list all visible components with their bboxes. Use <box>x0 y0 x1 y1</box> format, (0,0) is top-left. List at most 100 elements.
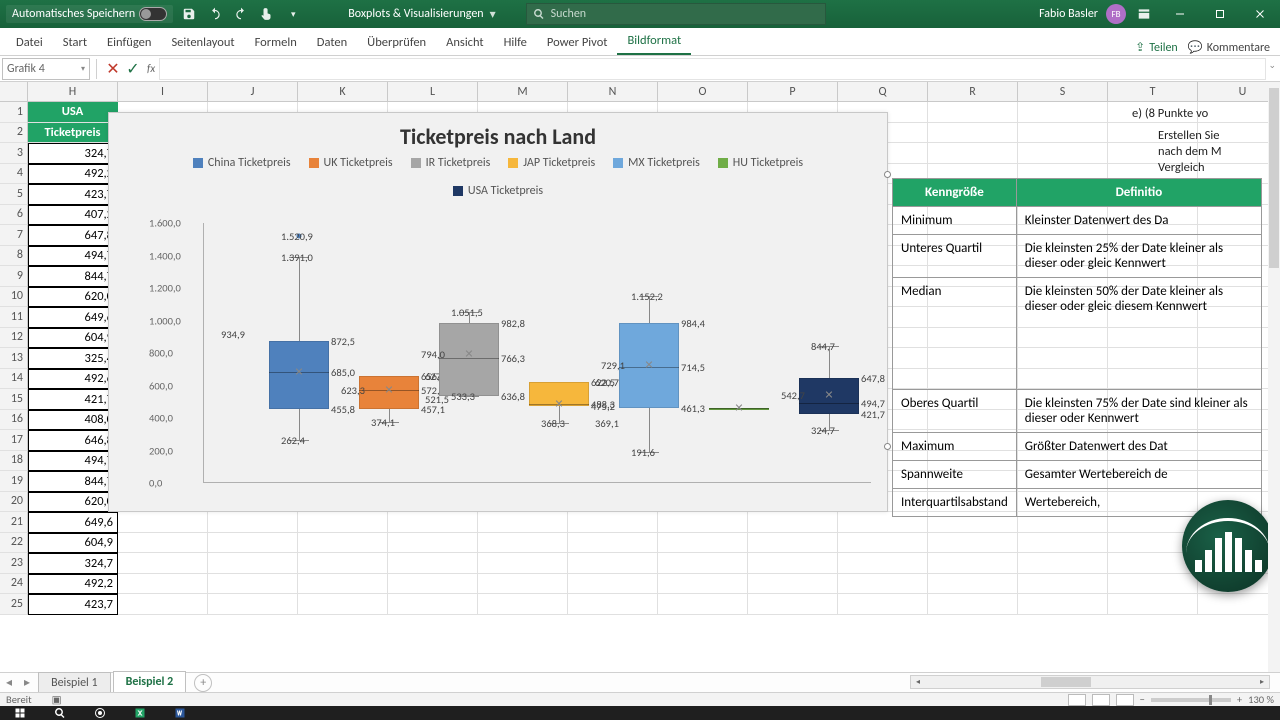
row-header[interactable]: 10 <box>0 287 28 308</box>
tab-datei[interactable]: Datei <box>6 30 53 55</box>
cell[interactable] <box>1018 123 1108 144</box>
row-header[interactable]: 22 <box>0 533 28 554</box>
vertical-scrollbar[interactable] <box>1268 82 1280 672</box>
zoom-in-icon[interactable]: + <box>1237 693 1242 706</box>
cell[interactable] <box>838 533 928 554</box>
cell[interactable] <box>838 574 928 595</box>
save-icon[interactable] <box>179 4 199 24</box>
row-header[interactable]: 20 <box>0 492 28 513</box>
tab-hilfe[interactable]: Hilfe <box>494 30 537 55</box>
tab-seitenlayout[interactable]: Seitenlayout <box>161 30 244 55</box>
tab-einfuegen[interactable]: Einfügen <box>97 30 161 55</box>
view-page-layout-icon[interactable] <box>1092 694 1110 706</box>
view-page-break-icon[interactable] <box>1116 694 1134 706</box>
cell[interactable] <box>748 512 838 533</box>
cell[interactable] <box>298 553 388 574</box>
column-header[interactable]: N <box>568 82 658 101</box>
row-header[interactable]: 2 <box>0 123 28 144</box>
column-header[interactable]: S <box>1018 82 1108 101</box>
redo-icon[interactable] <box>231 4 251 24</box>
column-header[interactable]: O <box>658 82 748 101</box>
cell[interactable] <box>568 533 658 554</box>
cell[interactable] <box>1018 553 1108 574</box>
macro-record-icon[interactable]: ▣ <box>52 693 62 706</box>
cell[interactable] <box>478 574 568 595</box>
formula-cancel-icon[interactable]: ✕ <box>103 59 123 79</box>
sheet-nav-prev[interactable]: ◂ <box>0 675 18 690</box>
tab-bildformat[interactable]: Bildformat <box>617 28 691 55</box>
cell[interactable]: 423,7 <box>28 184 118 205</box>
cell[interactable] <box>928 123 1018 144</box>
cell[interactable]: 324,7 <box>28 553 118 574</box>
row-header[interactable]: 19 <box>0 471 28 492</box>
cell[interactable]: 492,6 <box>28 369 118 390</box>
ribbon-mode-icon[interactable] <box>1134 4 1154 24</box>
cell[interactable] <box>298 533 388 554</box>
cell[interactable] <box>208 594 298 615</box>
cell[interactable] <box>118 574 208 595</box>
share-button[interactable]: ⇪Teilen <box>1135 40 1178 55</box>
row-header[interactable]: 1 <box>0 102 28 123</box>
cell[interactable] <box>298 574 388 595</box>
name-box[interactable]: Grafik 4 ▾ <box>2 58 90 80</box>
cell[interactable] <box>658 594 748 615</box>
row-header[interactable]: 18 <box>0 451 28 472</box>
cell[interactable]: 325,4 <box>28 348 118 369</box>
cell[interactable] <box>208 512 298 533</box>
cell[interactable]: 492,2 <box>28 574 118 595</box>
cell[interactable] <box>298 512 388 533</box>
selection-handle[interactable] <box>884 443 891 450</box>
taskbar-excel-icon[interactable] <box>120 706 160 720</box>
undo-icon[interactable] <box>205 4 225 24</box>
column-header[interactable]: R <box>928 82 1018 101</box>
cell[interactable] <box>658 533 748 554</box>
chart-object[interactable]: Ticketpreis nach Land China TicketpreisU… <box>108 112 888 512</box>
column-header[interactable]: H <box>28 82 118 101</box>
row-header[interactable]: 15 <box>0 389 28 410</box>
cell[interactable]: 494,7 <box>28 246 118 267</box>
sheet-tab-beispiel2[interactable]: Beispiel 2 <box>113 671 187 694</box>
cell[interactable] <box>478 594 568 615</box>
zoom-slider[interactable] <box>1151 698 1231 702</box>
qat-more-icon[interactable]: ▾ <box>283 4 303 24</box>
cell[interactable] <box>928 574 1018 595</box>
cell[interactable] <box>568 512 658 533</box>
close-button[interactable] <box>1240 0 1280 28</box>
autosave-toggle[interactable]: Automatisches Speichern <box>6 5 173 23</box>
cell[interactable] <box>1018 143 1108 164</box>
selection-handle[interactable] <box>884 171 891 178</box>
row-header[interactable]: 24 <box>0 574 28 595</box>
start-button[interactable] <box>0 706 40 720</box>
row-header[interactable]: 4 <box>0 164 28 185</box>
touch-mode-icon[interactable] <box>257 4 277 24</box>
cell[interactable]: 604,9 <box>28 533 118 554</box>
cell[interactable] <box>838 553 928 574</box>
row-header[interactable]: 3 <box>0 143 28 164</box>
cell[interactable]: 421,7 <box>28 389 118 410</box>
cell[interactable]: 494,7 <box>28 451 118 472</box>
maximize-button[interactable] <box>1200 0 1240 28</box>
row-header[interactable]: 8 <box>0 246 28 267</box>
file-title[interactable]: Boxplots & Visualisierungen ▾ <box>348 7 495 22</box>
row-header[interactable]: 11 <box>0 307 28 328</box>
horizontal-scrollbar[interactable]: ◂▸ <box>910 675 1270 689</box>
cell[interactable] <box>1018 574 1108 595</box>
sheet-tab-beispiel1[interactable]: Beispiel 1 <box>38 672 111 693</box>
sheet-nav-next[interactable]: ▸ <box>18 675 36 690</box>
cell[interactable] <box>928 533 1018 554</box>
fx-icon[interactable]: fx <box>147 62 155 75</box>
column-header[interactable]: T <box>1108 82 1198 101</box>
minimize-button[interactable] <box>1160 0 1200 28</box>
cell[interactable] <box>658 512 748 533</box>
cell[interactable]: 407,2 <box>28 205 118 226</box>
cell[interactable] <box>1108 574 1198 595</box>
row-header[interactable]: 17 <box>0 430 28 451</box>
row-header[interactable]: 7 <box>0 225 28 246</box>
zoom-out-icon[interactable]: − <box>1140 693 1145 706</box>
tab-formeln[interactable]: Formeln <box>245 30 307 55</box>
avatar[interactable]: FB <box>1106 4 1126 24</box>
cell[interactable] <box>118 553 208 574</box>
cell[interactable] <box>928 594 1018 615</box>
cell[interactable] <box>118 533 208 554</box>
cell[interactable] <box>208 574 298 595</box>
